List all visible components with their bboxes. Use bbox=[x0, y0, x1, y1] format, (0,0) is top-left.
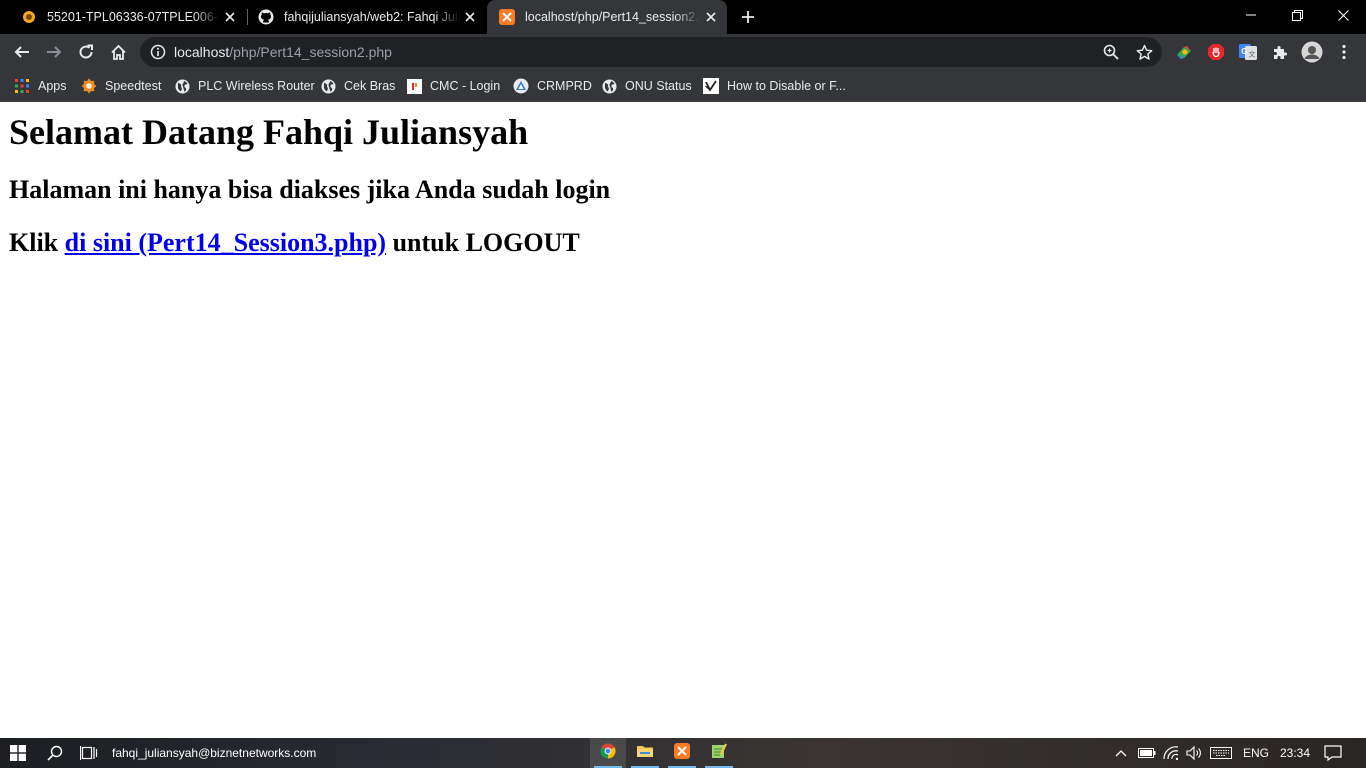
svg-text:G: G bbox=[1241, 47, 1247, 56]
notification-icon[interactable] bbox=[1318, 738, 1348, 768]
bookmark-star-icon[interactable] bbox=[1135, 43, 1153, 61]
logout-suffix-text: untuk LOGOUT bbox=[386, 228, 580, 257]
xampp-icon bbox=[674, 743, 690, 763]
windows-taskbar: fahqi_juliansyah@biznetnetworks.com ENG … bbox=[0, 738, 1366, 768]
extension-colorful-icon[interactable] bbox=[1174, 42, 1194, 62]
close-icon[interactable] bbox=[701, 7, 721, 27]
svg-text:文: 文 bbox=[1249, 50, 1256, 59]
extensions-puzzle-icon[interactable] bbox=[1270, 42, 1290, 62]
page-title: Selamat Datang Fahqi Juliansyah bbox=[9, 112, 529, 152]
globe-icon bbox=[320, 78, 336, 94]
bookmark-label: Cek Bras bbox=[344, 79, 396, 93]
forward-button[interactable] bbox=[40, 38, 68, 66]
bookmark-speedtest[interactable]: Speedtest bbox=[81, 76, 161, 96]
close-icon[interactable] bbox=[220, 7, 240, 27]
url-text[interactable]: localhost/php/Pert14_session2.php bbox=[174, 44, 392, 60]
apps-grid-icon bbox=[14, 78, 30, 94]
bookmarks-bar: Apps Speedtest PLC Wireless Router Cek B… bbox=[0, 70, 1366, 102]
tab-title: 55201-TPL06336-07TPLE006-2021 bbox=[47, 10, 220, 24]
taskbar-search-text[interactable]: fahqi_juliansyah@biznetnetworks.com bbox=[112, 738, 316, 768]
tab-strip: 55201-TPL06336-07TPLE006-2021 fahqijulia… bbox=[0, 0, 1366, 34]
back-button[interactable] bbox=[8, 38, 36, 66]
bookmark-how-to-disable[interactable]: How to Disable or F... bbox=[703, 76, 846, 96]
close-window-button[interactable] bbox=[1320, 0, 1366, 30]
globe-icon bbox=[601, 78, 617, 94]
home-button[interactable] bbox=[104, 38, 132, 66]
tab-github[interactable]: fahqijuliansyah/web2: Fahqi Julian bbox=[248, 0, 486, 34]
taskbar-file-explorer[interactable] bbox=[627, 738, 663, 768]
bookmark-apps[interactable]: Apps bbox=[14, 76, 67, 96]
bookmark-page-icon bbox=[703, 78, 719, 94]
menu-kebab-icon[interactable] bbox=[1334, 42, 1354, 62]
page-content: Selamat Datang Fahqi Juliansyah Halaman … bbox=[0, 103, 1366, 738]
bookmark-onu-status[interactable]: ONU Status bbox=[601, 76, 692, 96]
logout-instruction: Klik di sini (Pert14_Session3.php) untuk… bbox=[9, 228, 580, 258]
zoom-icon[interactable] bbox=[1102, 43, 1120, 61]
close-icon[interactable] bbox=[460, 7, 480, 27]
minimize-button[interactable] bbox=[1228, 0, 1274, 30]
logout-link[interactable]: di sini (Pert14_Session3.php) bbox=[65, 228, 386, 257]
url-path: /php/Pert14_session2.php bbox=[229, 44, 392, 60]
restore-button[interactable] bbox=[1274, 0, 1320, 30]
chevron-up-icon[interactable] bbox=[1112, 738, 1130, 768]
keyboard-icon[interactable] bbox=[1208, 738, 1234, 768]
tab-title: localhost/php/Pert14_session2.php bbox=[525, 10, 701, 24]
bookmark-label: Apps bbox=[38, 79, 67, 93]
taskbar-chrome[interactable] bbox=[590, 738, 626, 768]
clock[interactable]: 23:34 bbox=[1280, 738, 1310, 768]
volume-icon[interactable] bbox=[1183, 738, 1205, 768]
globe-icon bbox=[174, 78, 190, 94]
cmc-icon bbox=[406, 78, 422, 94]
battery-icon[interactable] bbox=[1136, 738, 1158, 768]
taskbar-xampp[interactable] bbox=[664, 738, 700, 768]
bookmark-crmprd[interactable]: CRMPRD bbox=[513, 76, 592, 96]
site-info-icon[interactable] bbox=[150, 44, 166, 60]
file-explorer-icon bbox=[636, 743, 654, 763]
notepad-icon bbox=[711, 743, 727, 763]
profile-avatar-icon[interactable] bbox=[1300, 40, 1324, 64]
bookmark-label: ONU Status bbox=[625, 79, 692, 93]
tab-title: fahqijuliansyah/web2: Fahqi Julian bbox=[284, 10, 460, 24]
wifi-icon[interactable] bbox=[1160, 738, 1182, 768]
bookmark-label: CRMPRD bbox=[537, 79, 592, 93]
url-host: localhost bbox=[174, 44, 230, 60]
bookmark-label: PLC Wireless Router bbox=[198, 79, 315, 93]
github-icon bbox=[258, 9, 274, 25]
login-notice: Halaman ini hanya bisa diakses jika Anda… bbox=[9, 175, 611, 204]
task-view-icon[interactable] bbox=[72, 738, 106, 768]
address-bar[interactable]: localhost/php/Pert14_session2.php bbox=[140, 37, 1162, 67]
logout-prefix-text: Klik bbox=[9, 228, 65, 257]
bookmark-cmc-login[interactable]: CMC - Login bbox=[406, 76, 500, 96]
tab-moodle[interactable]: 55201-TPL06336-07TPLE006-2021 bbox=[0, 0, 246, 34]
bookmark-plc-wireless-router[interactable]: PLC Wireless Router bbox=[174, 76, 315, 96]
crmprd-icon bbox=[513, 78, 529, 94]
reload-button[interactable] bbox=[72, 38, 100, 66]
browser-toolbar: localhost/php/Pert14_session2.php G文 bbox=[0, 34, 1366, 70]
adblock-icon[interactable] bbox=[1206, 42, 1226, 62]
chrome-icon bbox=[600, 743, 616, 763]
bookmark-label: Speedtest bbox=[105, 79, 162, 93]
search-icon[interactable] bbox=[38, 738, 72, 768]
tab-localhost[interactable]: localhost/php/Pert14_session2.php bbox=[487, 0, 727, 34]
google-translate-icon[interactable]: G文 bbox=[1238, 42, 1258, 62]
taskbar-notepad[interactable] bbox=[701, 738, 737, 768]
bookmark-label: CMC - Login bbox=[430, 79, 501, 93]
moodle-icon bbox=[21, 9, 37, 25]
speedtest-icon bbox=[81, 78, 97, 94]
new-tab-button[interactable] bbox=[736, 5, 760, 29]
xampp-icon bbox=[499, 9, 515, 25]
bookmark-label: How to Disable or F... bbox=[727, 79, 846, 93]
start-button[interactable] bbox=[0, 738, 36, 768]
bookmark-cek-bras[interactable]: Cek Bras bbox=[320, 76, 395, 96]
language-indicator[interactable]: ENG bbox=[1243, 738, 1269, 768]
